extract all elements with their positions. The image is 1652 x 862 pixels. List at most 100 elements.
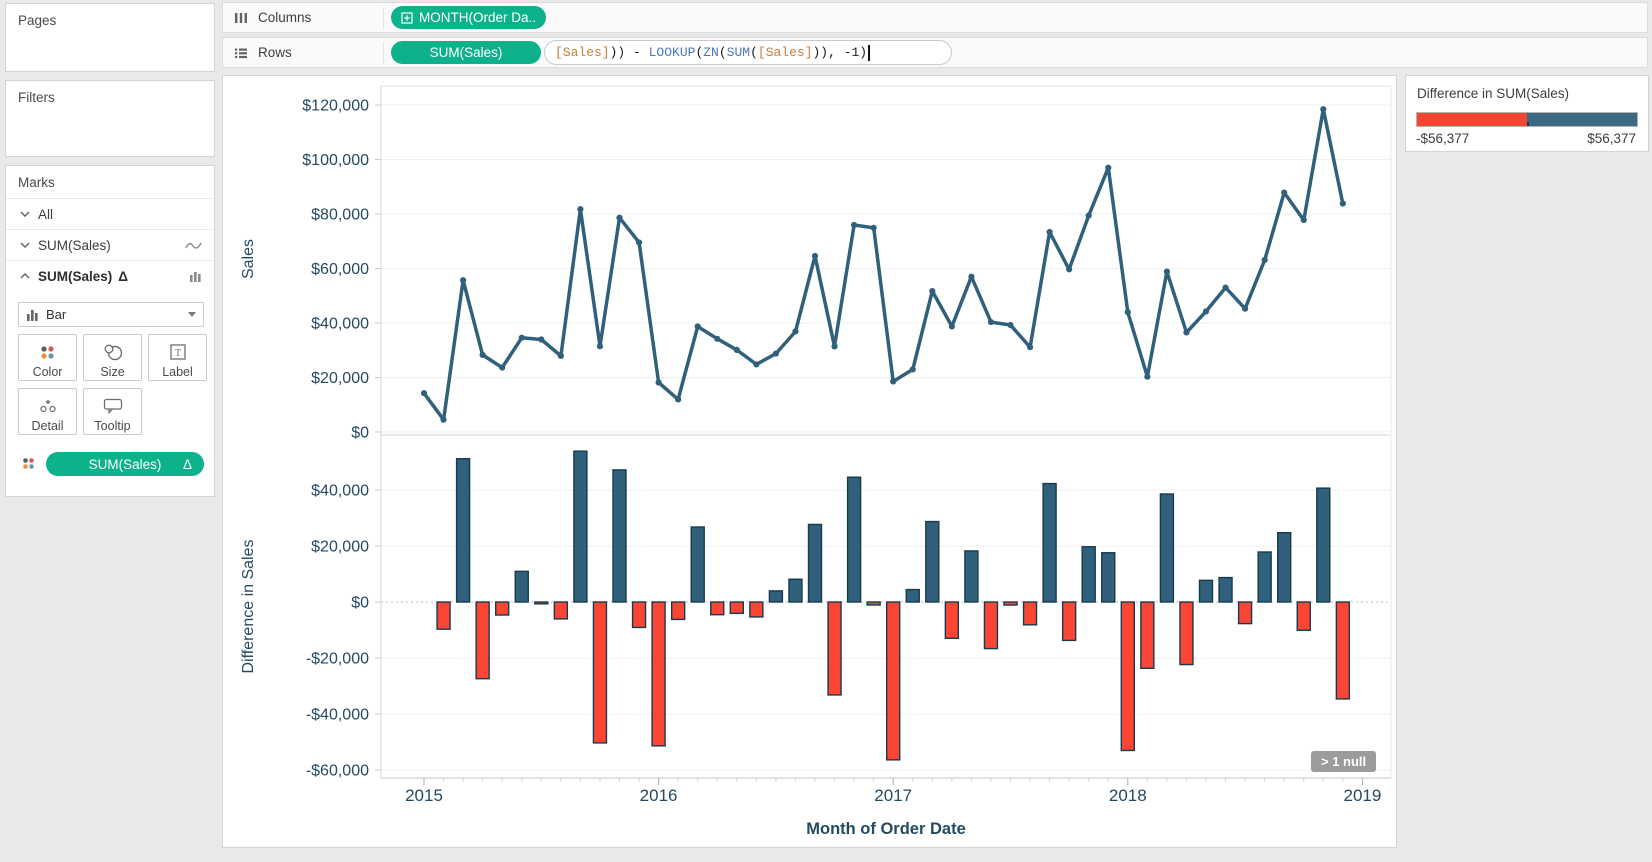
pages-panel[interactable]: Pages	[5, 3, 215, 72]
sales-point[interactable]	[1320, 106, 1327, 113]
marks-card-sum-sales-line[interactable]: SUM(Sales)	[6, 229, 214, 260]
difference-bar[interactable]	[964, 550, 979, 603]
year-label[interactable]: 2018	[1109, 786, 1147, 805]
difference-bar[interactable]	[1335, 601, 1351, 700]
chevron-down-icon[interactable]	[20, 211, 30, 217]
difference-bar[interactable]	[1237, 601, 1253, 625]
visualization-canvas[interactable]: $0 $20,000 $40,000 $60,000 $80,000 $100,000 $1…	[222, 75, 1397, 848]
difference-bar[interactable]	[827, 601, 842, 696]
difference-bar[interactable]	[1120, 601, 1135, 752]
difference-bar[interactable]	[1276, 532, 1292, 603]
year-label[interactable]: 2019	[1343, 786, 1381, 805]
sales-difference-chart[interactable]: $0 $20,000 $40,000 $60,000 $80,000 $100,000 $1…	[223, 76, 1398, 849]
sales-point[interactable]	[792, 328, 799, 335]
chevron-down-icon[interactable]	[20, 242, 30, 248]
sales-point[interactable]	[1163, 268, 1170, 275]
sales-point[interactable]	[557, 352, 564, 360]
sales-point[interactable]	[596, 343, 604, 350]
color-button[interactable]: Color	[18, 334, 77, 381]
sales-point[interactable]	[1300, 216, 1307, 224]
sales-point[interactable]	[1026, 344, 1034, 351]
sales-point[interactable]	[1242, 305, 1249, 312]
difference-bar[interactable]	[1081, 546, 1096, 603]
sales-point[interactable]	[811, 252, 819, 260]
difference-bar[interactable]	[534, 601, 549, 605]
sales-point[interactable]	[1339, 200, 1346, 207]
difference-bar[interactable]	[436, 601, 451, 630]
line-y-axis-title[interactable]: Sales	[240, 239, 257, 279]
sales-point[interactable]	[460, 277, 467, 284]
tooltip-button[interactable]: Tooltip	[83, 388, 142, 435]
sales-point[interactable]	[440, 416, 447, 423]
sales-point[interactable]	[1202, 308, 1210, 315]
difference-bar[interactable]	[1101, 552, 1116, 603]
sales-point[interactable]	[753, 361, 760, 368]
year-label[interactable]: 2016	[640, 786, 678, 805]
difference-bar[interactable]	[553, 601, 569, 620]
calculation-editor-field[interactable]: [Sales])) - LOOKUP(ZN(SUM([Sales])), -1)	[544, 40, 952, 65]
chevron-up-icon[interactable]	[20, 273, 30, 279]
mark-type-dropdown[interactable]: Bar	[18, 302, 204, 327]
difference-bar[interactable]	[1296, 601, 1311, 631]
difference-bar[interactable]	[944, 601, 960, 640]
sales-point[interactable]	[1222, 284, 1229, 291]
sales-point[interactable]	[929, 287, 936, 295]
difference-bar[interactable]	[1140, 601, 1155, 669]
difference-bar[interactable]	[749, 601, 764, 618]
difference-bar[interactable]	[983, 601, 999, 650]
difference-bar[interactable]	[729, 601, 744, 615]
difference-bar[interactable]	[886, 601, 901, 761]
sales-point[interactable]	[577, 206, 584, 213]
sales-point[interactable]	[1105, 164, 1112, 171]
sales-point[interactable]	[968, 273, 975, 280]
difference-bar[interactable]	[1061, 601, 1077, 642]
sales-line[interactable]	[422, 107, 1345, 422]
sales-point[interactable]	[420, 390, 428, 397]
sales-point[interactable]	[870, 224, 877, 231]
difference-bar[interactable]	[455, 458, 471, 603]
difference-bar[interactable]	[1179, 601, 1194, 666]
sales-point[interactable]	[694, 323, 701, 330]
marks-card-sum-sales-delta[interactable]: SUM(Sales) Δ	[6, 260, 214, 291]
sales-point[interactable]	[1066, 266, 1073, 273]
sales-point[interactable]	[772, 350, 780, 357]
sales-point[interactable]	[635, 239, 643, 246]
difference-bar[interactable]	[690, 526, 705, 603]
difference-bar[interactable]	[1159, 493, 1175, 603]
sales-point[interactable]	[1046, 228, 1053, 236]
sales-point[interactable]	[890, 378, 897, 385]
difference-bar[interactable]	[573, 450, 588, 603]
difference-bar[interactable]	[670, 601, 686, 621]
difference-bar[interactable]	[612, 469, 627, 603]
difference-bar[interactable]	[1042, 482, 1057, 603]
sales-point[interactable]	[655, 379, 662, 386]
rows-shelf[interactable]: Rows SUM(Sales) [Sales])) - LOOKUP(ZN(SU…	[222, 37, 1648, 68]
sales-point[interactable]	[1144, 373, 1151, 380]
sales-point[interactable]	[948, 323, 955, 330]
sum-sales-delta-pill[interactable]: SUM(Sales) Δ	[46, 452, 204, 476]
filters-panel[interactable]: Filters	[5, 80, 215, 157]
label-button[interactable]: T Label	[148, 334, 207, 381]
difference-bar[interactable]	[905, 588, 920, 603]
detail-button[interactable]: Detail	[18, 388, 77, 435]
sales-point[interactable]	[479, 351, 486, 358]
difference-bar[interactable]	[592, 601, 608, 744]
color-legend-card[interactable]: Difference in SUM(Sales) -$56,377 $56,37…	[1405, 75, 1649, 152]
difference-bar[interactable]	[710, 601, 725, 616]
year-label[interactable]: 2017	[874, 786, 912, 805]
difference-bar[interactable]	[495, 601, 510, 616]
difference-bar[interactable]	[631, 601, 647, 629]
plus-box-icon[interactable]	[401, 11, 413, 24]
diverging-color-ramp[interactable]	[1416, 112, 1638, 127]
difference-bar[interactable]	[1198, 579, 1214, 603]
difference-bar[interactable]	[475, 601, 490, 680]
difference-bar[interactable]	[1003, 601, 1018, 606]
difference-bar[interactable]	[768, 590, 784, 603]
sales-point[interactable]	[1124, 309, 1131, 316]
sales-point[interactable]	[1007, 321, 1014, 329]
sales-point[interactable]	[851, 221, 858, 229]
difference-bar[interactable]	[1218, 576, 1233, 603]
difference-bar[interactable]	[1316, 487, 1331, 603]
sales-point[interactable]	[1261, 256, 1268, 264]
sales-point[interactable]	[499, 364, 506, 371]
